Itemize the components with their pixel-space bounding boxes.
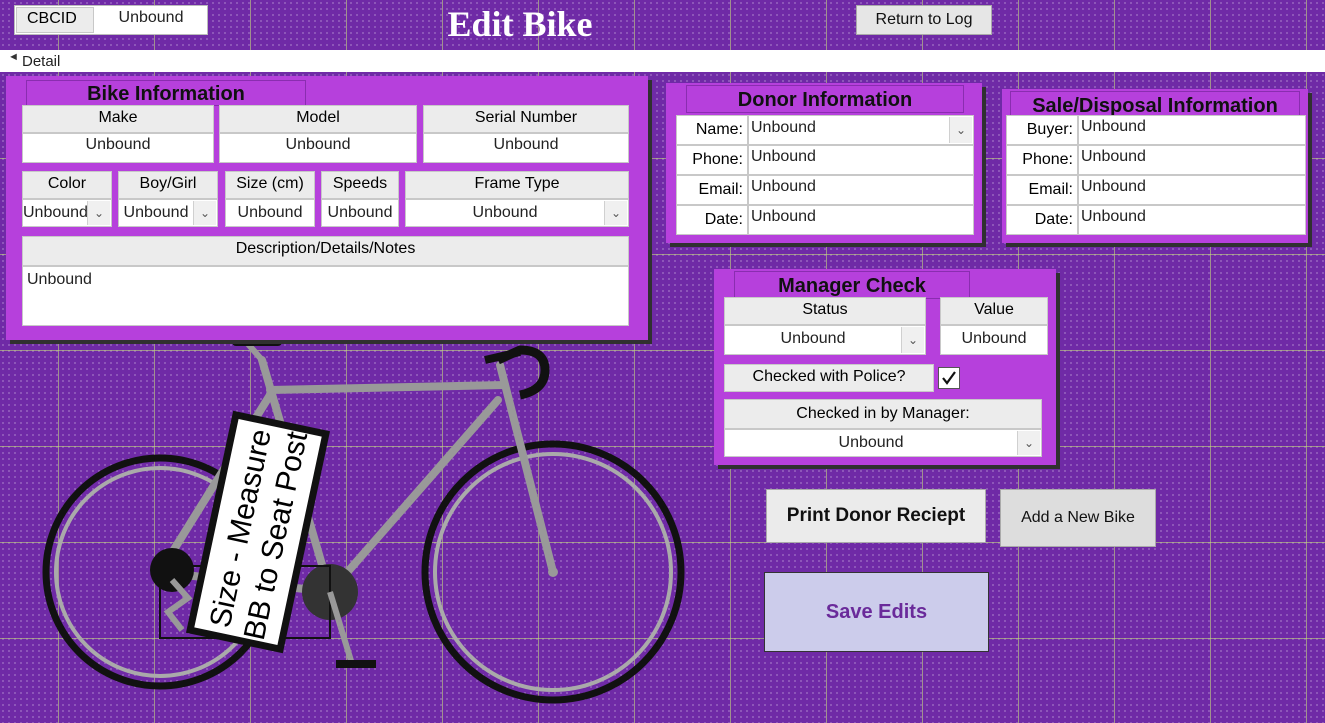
buyer-field[interactable]: Unbound — [1078, 115, 1306, 145]
buyer-label: Buyer: — [1006, 115, 1078, 145]
seatpost — [245, 342, 265, 362]
speeds-label: Speeds — [321, 171, 399, 199]
boy-girl-value: Unbound — [123, 204, 189, 221]
checked-in-by-manager-value: Unbound — [838, 434, 904, 451]
manager-check-panel: Manager Check Status Unbound ⌄ Value Unb… — [714, 269, 1056, 465]
checked-with-police-label: Checked with Police? — [724, 364, 934, 392]
pedal — [336, 660, 376, 668]
sale-date-label: Date: — [1006, 205, 1078, 235]
chevron-down-icon[interactable]: ⌄ — [193, 201, 216, 225]
detail-section-bar: ◄ Detail — [0, 50, 1325, 72]
make-field[interactable]: Unbound — [22, 133, 214, 163]
chevron-down-icon[interactable]: ⌄ — [901, 327, 924, 353]
description-label: Description/Details/Notes — [22, 236, 629, 266]
make-label: Make — [22, 105, 214, 133]
model-field[interactable]: Unbound — [219, 133, 417, 163]
bike-illustration: Size - Measure BB to Seat Post — [42, 336, 685, 704]
chevron-down-icon[interactable]: ⌄ — [87, 201, 110, 225]
donor-information-title: Donor Information — [686, 85, 964, 113]
cbcid-container: CBCID Unbound — [14, 5, 208, 35]
collapse-icon[interactable]: ◄ — [8, 51, 19, 63]
chevron-down-icon[interactable]: ⌄ — [604, 201, 627, 225]
save-edits-button[interactable]: Save Edits — [764, 572, 989, 652]
frame-type-dropdown[interactable]: Unbound ⌄ — [405, 199, 629, 227]
donor-email-label: Email: — [676, 175, 748, 205]
donor-phone-field[interactable]: Unbound — [748, 145, 974, 175]
status-label: Status — [724, 297, 926, 325]
donor-date-label: Date: — [676, 205, 748, 235]
value-field[interactable]: Unbound — [940, 325, 1048, 355]
value-label: Value — [940, 297, 1048, 325]
donor-date-field[interactable]: Unbound — [748, 205, 974, 235]
cbcid-label: CBCID — [16, 7, 94, 33]
print-donor-receipt-button[interactable]: Print Donor Reciept — [766, 489, 986, 543]
bike-information-title: Bike Information — [26, 80, 306, 106]
size-cm-field[interactable]: Unbound — [225, 199, 315, 227]
serial-number-field[interactable]: Unbound — [423, 133, 629, 163]
bike-information-panel: Bike Information Make Unbound Model Unbo… — [6, 76, 648, 340]
frame-type-label: Frame Type — [405, 171, 629, 199]
size-sign: Size - Measure BB to Seat Post — [185, 410, 331, 654]
donor-email-field[interactable]: Unbound — [748, 175, 974, 205]
checkmark-icon — [942, 371, 956, 385]
size-cm-label: Size (cm) — [225, 171, 315, 199]
sale-date-field[interactable]: Unbound — [1078, 205, 1306, 235]
speeds-field[interactable]: Unbound — [321, 199, 399, 227]
sale-disposal-information-panel: Sale/Disposal Information Buyer: Unbound… — [1002, 89, 1308, 243]
color-dropdown[interactable]: Unbound ⌄ — [22, 199, 112, 227]
sale-email-label: Email: — [1006, 175, 1078, 205]
add-new-bike-button[interactable]: Add a New Bike — [1000, 489, 1156, 547]
donor-name-label: Name: — [676, 115, 748, 145]
donor-name-value: Unbound — [751, 119, 816, 136]
page-title: Edit Bike — [447, 4, 593, 44]
return-to-log-button[interactable]: Return to Log — [856, 5, 992, 35]
checked-in-by-manager-label: Checked in by Manager: — [724, 399, 1042, 429]
sale-phone-field[interactable]: Unbound — [1078, 145, 1306, 175]
stem — [484, 348, 521, 364]
status-value: Unbound — [780, 330, 846, 347]
front-hub — [548, 567, 558, 577]
frame-type-value: Unbound — [472, 204, 538, 221]
donor-information-panel: Donor Information Name: Unbound ⌄ Phone:… — [666, 83, 982, 243]
model-label: Model — [219, 105, 417, 133]
checked-in-by-manager-dropdown[interactable]: Unbound ⌄ — [724, 429, 1042, 457]
color-value: Unbound — [23, 204, 87, 221]
serial-number-label: Serial Number — [423, 105, 629, 133]
donor-name-dropdown[interactable]: Unbound ⌄ — [748, 115, 974, 145]
donor-phone-label: Phone: — [676, 145, 748, 175]
description-field[interactable]: Unbound — [22, 266, 629, 326]
sale-phone-label: Phone: — [1006, 145, 1078, 175]
cbcid-field[interactable]: Unbound — [97, 8, 205, 32]
sale-email-field[interactable]: Unbound — [1078, 175, 1306, 205]
boy-girl-dropdown[interactable]: Unbound ⌄ — [118, 199, 218, 227]
color-label: Color — [22, 171, 112, 199]
detail-section-label: Detail — [22, 53, 61, 70]
cassette — [150, 548, 194, 592]
status-dropdown[interactable]: Unbound ⌄ — [724, 325, 926, 355]
checked-with-police-checkbox[interactable] — [938, 367, 960, 389]
manager-check-title: Manager Check — [734, 271, 970, 299]
boy-girl-label: Boy/Girl — [118, 171, 218, 199]
chevron-down-icon[interactable]: ⌄ — [949, 117, 972, 143]
chevron-down-icon[interactable]: ⌄ — [1017, 431, 1040, 455]
